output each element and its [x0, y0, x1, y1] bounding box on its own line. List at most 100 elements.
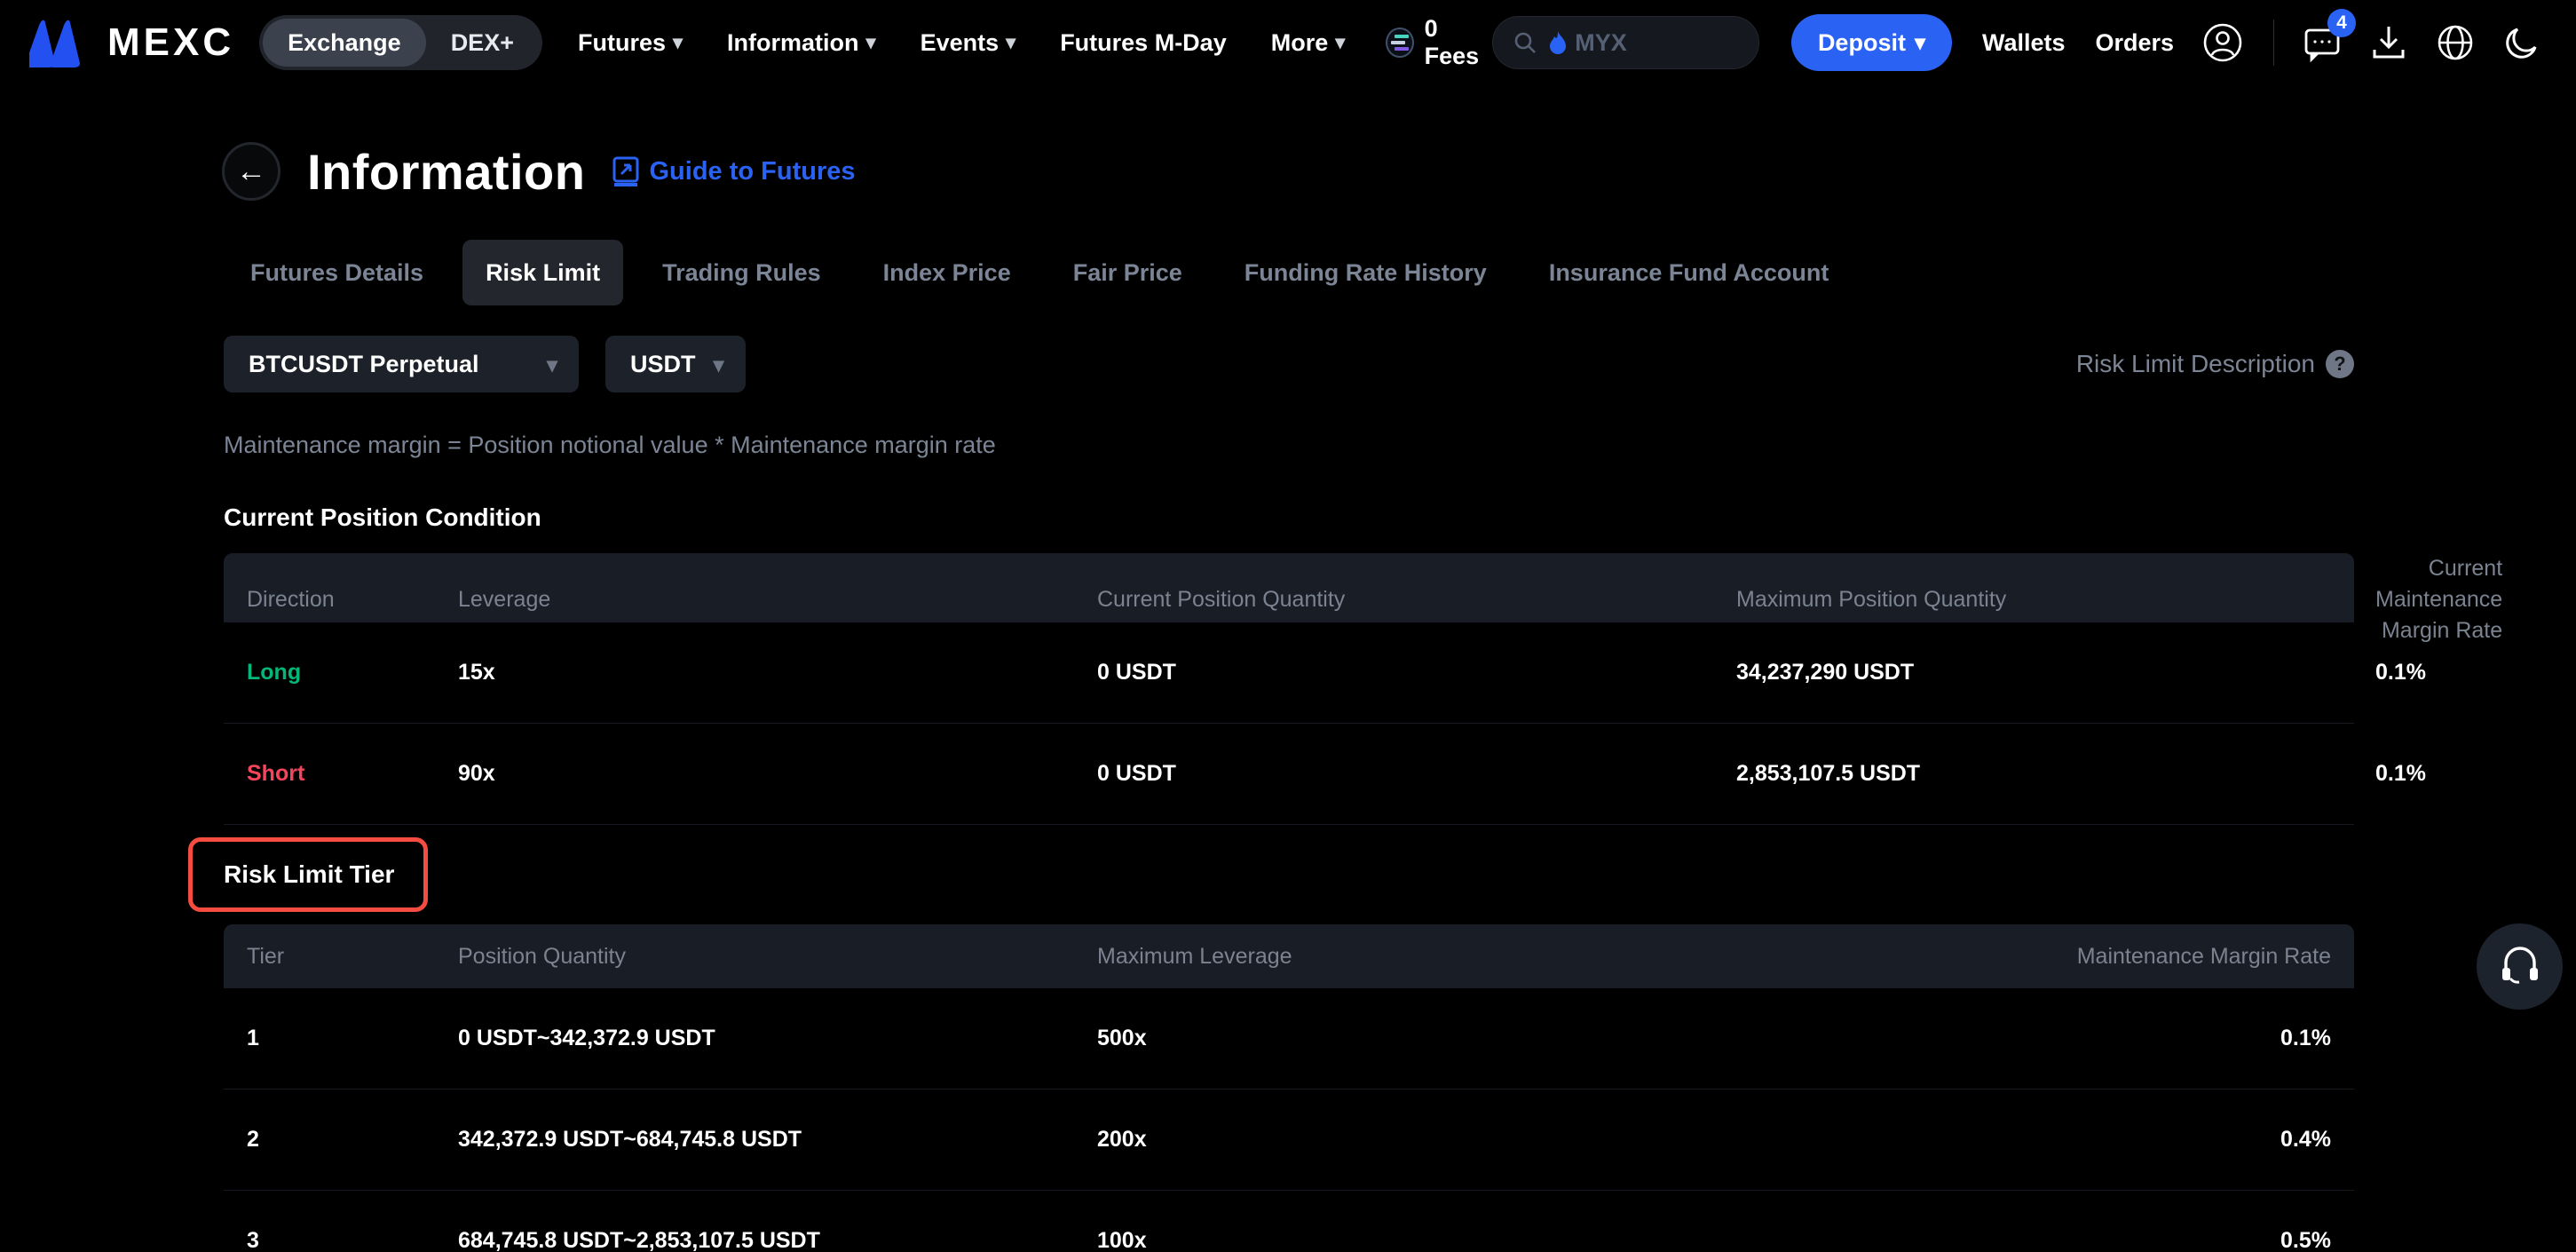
nav-futures-m-day[interactable]: Futures M-Day [1060, 29, 1227, 57]
max-qty-value: 2,853,107.5 USDT [1736, 761, 2375, 787]
col-direction: Direction [247, 587, 458, 613]
deposit-button[interactable]: Deposit [1791, 14, 1952, 71]
table-row: 3 684,745.8 USDT~2,853,107.5 USDT 100x 0… [224, 1191, 2354, 1252]
position-condition-heading: Current Position Condition [224, 503, 2576, 532]
user-icon [2202, 22, 2243, 63]
position-quantity-range: 684,745.8 USDT~2,853,107.5 USDT [458, 1228, 1097, 1252]
table-row: Long 15x 0 USDT 34,237,290 USDT 0.1% [224, 622, 2354, 724]
toggle-exchange[interactable]: Exchange [263, 19, 426, 67]
zero-fees-link[interactable]: 0 Fees [1386, 15, 1492, 70]
mexc-logo-text: MEXC [107, 20, 234, 65]
orders-link[interactable]: Orders [2096, 29, 2175, 57]
col-current-qty: Current Position Quantity [1097, 587, 1736, 613]
highlight-annotation-box [188, 837, 428, 912]
rate-value: 0.1% [2375, 761, 2426, 787]
profile-button[interactable] [2202, 22, 2243, 63]
position-condition-table: Direction Leverage Current Position Quan… [224, 553, 2354, 825]
col-position-quantity: Position Quantity [458, 944, 1097, 970]
tab-fair-price[interactable]: Fair Price [1050, 240, 1205, 305]
chevron-down-icon [547, 351, 557, 378]
help-icon [2326, 350, 2354, 378]
nav-futures[interactable]: Futures [578, 29, 683, 57]
current-qty-value: 0 USDT [1097, 761, 1736, 787]
nav-more[interactable]: More [1271, 29, 1346, 57]
download-icon [2370, 23, 2407, 62]
rate-value: 0.5% [1736, 1228, 2331, 1252]
current-qty-value: 0 USDT [1097, 660, 1736, 685]
max-qty-value: 34,237,290 USDT [1736, 660, 2375, 685]
search-input[interactable]: MYX [1492, 16, 1759, 69]
top-navbar: MEXC Exchange DEX+ Futures Information E… [0, 0, 2576, 85]
tab-insurance-fund-account[interactable]: Insurance Fund Account [1526, 240, 1853, 305]
risk-limit-description-link[interactable]: Risk Limit Description [2076, 350, 2354, 378]
tier-number: 2 [247, 1127, 458, 1153]
tier-number: 1 [247, 1026, 458, 1051]
navbar-divider [2273, 20, 2274, 66]
table-row: 2 342,372.9 USDT~684,745.8 USDT 200x 0.4… [224, 1090, 2354, 1191]
nav-links: Futures Information Events Futures M-Day… [578, 29, 1345, 57]
risk-limit-tier-section: Risk Limit Tier [0, 825, 2576, 924]
fees-coin-icon [1386, 28, 1413, 58]
moon-icon [2503, 24, 2540, 61]
headset-icon [2499, 947, 2541, 987]
tab-risk-limit[interactable]: Risk Limit [462, 240, 623, 305]
col-maintenance-margin-rate: Maintenance Margin Rate [1736, 944, 2331, 970]
table-row: 1 0 USDT~342,372.9 USDT 500x 0.1% [224, 988, 2354, 1090]
leverage-value: 15x [458, 660, 1097, 685]
nav-events[interactable]: Events [921, 29, 1016, 57]
maintenance-margin-formula: Maintenance margin = Position notional v… [224, 432, 2576, 459]
table-row: Short 90x 0 USDT 2,853,107.5 USDT 0.1% [224, 724, 2354, 825]
flame-icon [1548, 30, 1568, 55]
symbol-select[interactable]: BTCUSDT Perpetual [224, 336, 579, 392]
risk-limit-tier-table: Tier Position Quantity Maximum Leverage … [224, 924, 2354, 1252]
nav-information[interactable]: Information [727, 29, 876, 57]
currency-select[interactable]: USDT [605, 336, 746, 392]
tab-futures-details[interactable]: Futures Details [227, 240, 446, 305]
leverage-value: 90x [458, 761, 1097, 787]
col-max-qty: Maximum Position Quantity [1736, 587, 2375, 613]
theme-toggle-button[interactable] [2503, 24, 2540, 61]
page-header: Information Guide to Futures [222, 142, 2576, 201]
max-leverage-value: 100x [1097, 1228, 1736, 1252]
page-title: Information [307, 143, 585, 201]
col-max-leverage: Maximum Leverage [1097, 944, 1736, 970]
back-button[interactable] [222, 142, 281, 201]
search-icon [1513, 30, 1537, 55]
position-quantity-range: 0 USDT~342,372.9 USDT [458, 1026, 1097, 1051]
col-maintenance-rate: Current Maintenance Margin Rate [2375, 553, 2502, 646]
search-placeholder: MYX [1548, 29, 1627, 57]
position-table-header: Direction Leverage Current Position Quan… [224, 553, 2354, 622]
tier-table-header: Tier Position Quantity Maximum Leverage … [224, 924, 2354, 988]
messages-button[interactable]: 4 [2303, 23, 2342, 62]
wallets-link[interactable]: Wallets [1982, 29, 2066, 57]
rate-value: 0.4% [1736, 1127, 2331, 1153]
direction-long: Long [247, 660, 458, 685]
rate-value: 0.1% [1736, 1026, 2331, 1051]
tab-funding-rate-history[interactable]: Funding Rate History [1221, 240, 1510, 305]
col-tier: Tier [247, 944, 458, 970]
max-leverage-value: 500x [1097, 1026, 1736, 1051]
chevron-down-icon [714, 351, 724, 378]
tab-trading-rules[interactable]: Trading Rules [639, 240, 844, 305]
mexc-futures-information-page: MEXC Exchange DEX+ Futures Information E… [0, 0, 2576, 1252]
rate-value: 0.1% [2375, 660, 2426, 685]
globe-icon [2436, 23, 2475, 62]
col-leverage: Leverage [458, 587, 1097, 613]
tier-number: 3 [247, 1228, 458, 1252]
exchange-dex-toggle: Exchange DEX+ [259, 15, 542, 70]
language-button[interactable] [2436, 23, 2475, 62]
info-tabs: Futures Details Risk Limit Trading Rules… [227, 240, 2576, 305]
mexc-logo[interactable]: MEXC [29, 18, 234, 67]
filter-row: BTCUSDT Perpetual USDT Risk Limit Descri… [224, 336, 2354, 392]
notification-badge: 4 [2327, 9, 2356, 37]
fees-label: 0 Fees [1425, 15, 1493, 70]
tab-index-price[interactable]: Index Price [860, 240, 1034, 305]
guide-icon [612, 155, 640, 187]
position-quantity-range: 342,372.9 USDT~684,745.8 USDT [458, 1127, 1097, 1153]
mexc-logo-icon [29, 18, 95, 67]
download-app-button[interactable] [2370, 23, 2407, 62]
toggle-dex[interactable]: DEX+ [426, 19, 539, 67]
max-leverage-value: 200x [1097, 1127, 1736, 1153]
guide-to-futures-link[interactable]: Guide to Futures [612, 155, 855, 187]
support-button[interactable] [2477, 923, 2563, 1010]
